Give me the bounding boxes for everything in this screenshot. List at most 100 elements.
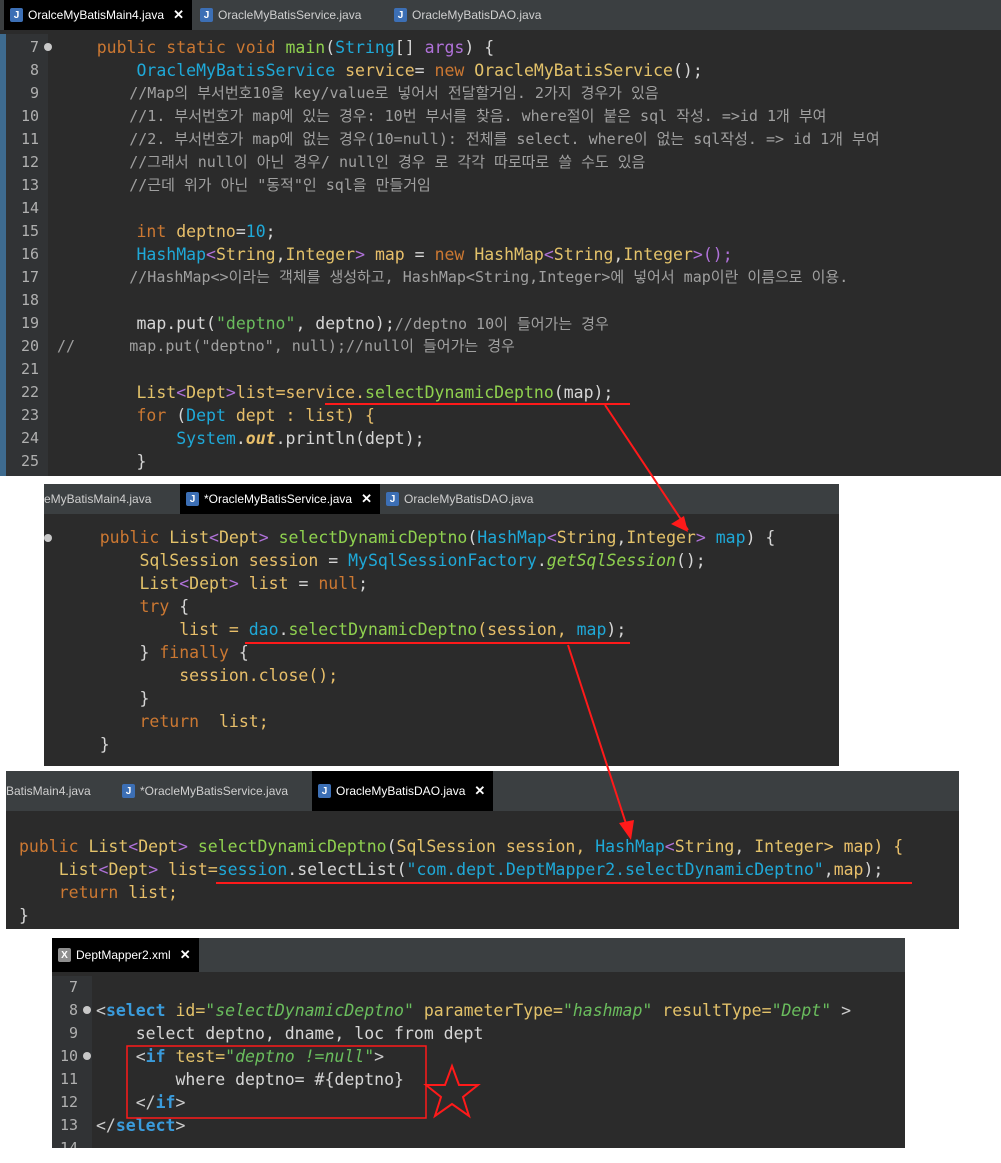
code-token: .println(dept); bbox=[275, 429, 425, 448]
code-token: , bbox=[823, 860, 834, 879]
code-token: = bbox=[414, 61, 435, 80]
code-line-4: } bbox=[19, 906, 29, 925]
tab-main[interactable]: eMyBatisMain4.java bbox=[44, 484, 151, 514]
line-number: 20 bbox=[21, 337, 40, 355]
code-token: for bbox=[136, 406, 167, 425]
code-token: .selectList( bbox=[287, 860, 407, 879]
code-token: public bbox=[19, 837, 79, 856]
code-token: , bbox=[616, 528, 627, 547]
code-line-3: List<Dept> list = null; bbox=[60, 572, 368, 595]
tab-dao[interactable]: J OracleMyBatisDAO.java bbox=[394, 0, 541, 30]
code-token: , bbox=[613, 245, 624, 264]
code-token: ( bbox=[386, 837, 397, 856]
code-token: . bbox=[278, 620, 289, 639]
code-token: list bbox=[248, 574, 289, 593]
code-token: List bbox=[58, 860, 99, 879]
line-number: 23 bbox=[21, 406, 40, 424]
code-line-2: SqlSession session = MySqlSessionFactory… bbox=[60, 549, 705, 572]
fold-icon[interactable] bbox=[44, 534, 52, 542]
code-token: Integer bbox=[754, 837, 824, 856]
line-number: 21 bbox=[21, 360, 40, 378]
code-token: select bbox=[115, 1116, 176, 1135]
editor-xml: X DeptMapper2.xml ✕ 7 8 9 10 11 12 13 14… bbox=[52, 938, 905, 1148]
code-token: map bbox=[833, 860, 864, 879]
code-line-24: System.out.println(dept); bbox=[57, 427, 425, 450]
fold-icon[interactable] bbox=[83, 1006, 91, 1014]
code-token: getSqlSession bbox=[546, 551, 676, 570]
code-area[interactable]: public List<Dept> selectDynamicDeptno(Ha… bbox=[44, 514, 839, 766]
tab-label: OracleMyBatisDAO.java bbox=[336, 784, 466, 798]
code-token: String bbox=[556, 528, 617, 547]
line-number: 16 bbox=[21, 245, 40, 263]
tab-bar: eMyBatisMain4.java J *OracleMyBatisServi… bbox=[44, 484, 839, 514]
code-token: new bbox=[434, 61, 465, 80]
line-gutter: 7 8 9 10 11 12 13 14 15 16 17 18 19 20 2… bbox=[0, 34, 52, 476]
code-token: deptno bbox=[166, 222, 236, 241]
code-token: > bbox=[228, 574, 249, 593]
java-file-icon: J bbox=[386, 492, 399, 506]
tab-bar: J OralceMyBatisMain4.java ✕ J OracleMyBa… bbox=[0, 0, 1001, 30]
close-icon[interactable]: ✕ bbox=[474, 783, 485, 799]
code-token: if bbox=[155, 1093, 176, 1112]
code-line-23: for (Dept dept : list) { bbox=[57, 404, 375, 427]
code-token: select bbox=[105, 1001, 166, 1020]
code-token: session bbox=[217, 860, 288, 879]
code-token: id= bbox=[165, 1001, 206, 1020]
code-area[interactable]: 7 8 9 10 11 12 13 14 15 16 17 18 19 20 2… bbox=[0, 34, 1001, 476]
code-token: List bbox=[169, 528, 210, 547]
line-number: 7 bbox=[69, 978, 79, 996]
fold-icon[interactable] bbox=[44, 43, 52, 51]
code-token: < bbox=[543, 245, 554, 264]
tab-service[interactable]: J *OracleMyBatisService.java bbox=[122, 771, 288, 811]
code-token: String bbox=[674, 837, 735, 856]
code-token: selectDynamicDeptno bbox=[278, 528, 468, 547]
code-token: main bbox=[285, 38, 326, 57]
close-icon[interactable]: ✕ bbox=[180, 947, 191, 963]
code-token: int bbox=[136, 222, 167, 241]
code-token: > bbox=[175, 1093, 186, 1112]
code-token: ); bbox=[863, 860, 884, 879]
code-token: < bbox=[176, 383, 187, 402]
code-token: List bbox=[88, 837, 129, 856]
tab-label: DeptMapper2.xml bbox=[76, 948, 171, 962]
line-number: 12 bbox=[60, 1093, 79, 1111]
code-token: selectDynamicDeptno bbox=[197, 837, 387, 856]
java-file-icon: J bbox=[394, 8, 407, 22]
code-token: < bbox=[128, 837, 139, 856]
code-token: = bbox=[207, 860, 218, 879]
close-icon[interactable]: ✕ bbox=[361, 491, 372, 507]
line-number: 25 bbox=[21, 452, 40, 470]
code-token: ( bbox=[325, 38, 336, 57]
code-token: . bbox=[235, 429, 246, 448]
code-token: Integer bbox=[285, 245, 356, 264]
code-token: HashMap bbox=[136, 245, 207, 264]
code-token: < bbox=[179, 574, 190, 593]
code-area[interactable]: public List<Dept> selectDynamicDeptno(Sq… bbox=[6, 811, 959, 929]
tab-service[interactable]: J *OracleMyBatisService.java ✕ bbox=[180, 484, 380, 514]
line-number: 8 bbox=[69, 1001, 79, 1019]
tab-dao[interactable]: J OracleMyBatisDAO.java bbox=[386, 484, 533, 514]
code-token: try bbox=[139, 597, 170, 616]
code-line-6: } finally { bbox=[60, 641, 248, 664]
line-number: 19 bbox=[21, 314, 40, 332]
tab-service[interactable]: J OracleMyBatisService.java bbox=[200, 0, 361, 30]
code-token: Dept bbox=[108, 860, 149, 879]
close-icon[interactable]: ✕ bbox=[173, 7, 184, 23]
code-token: ) { bbox=[464, 38, 495, 57]
tab-main[interactable]: BatisMain4.java bbox=[6, 771, 91, 811]
tab-label: OracleMyBatisService.java bbox=[218, 8, 362, 22]
tab-label: *OracleMyBatisService.java bbox=[140, 784, 289, 798]
code-area[interactable]: 7 8 9 10 11 12 13 14 <select id="selectD… bbox=[52, 976, 905, 1148]
tab-bar: BatisMain4.java J *OracleMyBatisService.… bbox=[6, 771, 959, 811]
fold-icon[interactable] bbox=[83, 1052, 91, 1060]
code-token: dept : list) { bbox=[225, 406, 375, 425]
code-token: < bbox=[546, 528, 557, 547]
line-number: 11 bbox=[60, 1070, 79, 1088]
code-line-20: // map.put("deptno", null);//null이 들어가는 … bbox=[57, 337, 515, 355]
code-token: Integer bbox=[623, 245, 693, 264]
tab-main[interactable]: J OralceMyBatisMain4.java ✕ bbox=[4, 0, 192, 30]
code-line-10: //1. 부서번호가 map에 있는 경우: 10번 부서를 찾음. where… bbox=[57, 107, 827, 125]
tab-dao[interactable]: J OracleMyBatisDAO.java ✕ bbox=[312, 771, 494, 811]
code-line-8: OracleMyBatisService service= new Oracle… bbox=[57, 59, 702, 82]
tab-mapper-xml[interactable]: X DeptMapper2.xml ✕ bbox=[52, 938, 199, 972]
